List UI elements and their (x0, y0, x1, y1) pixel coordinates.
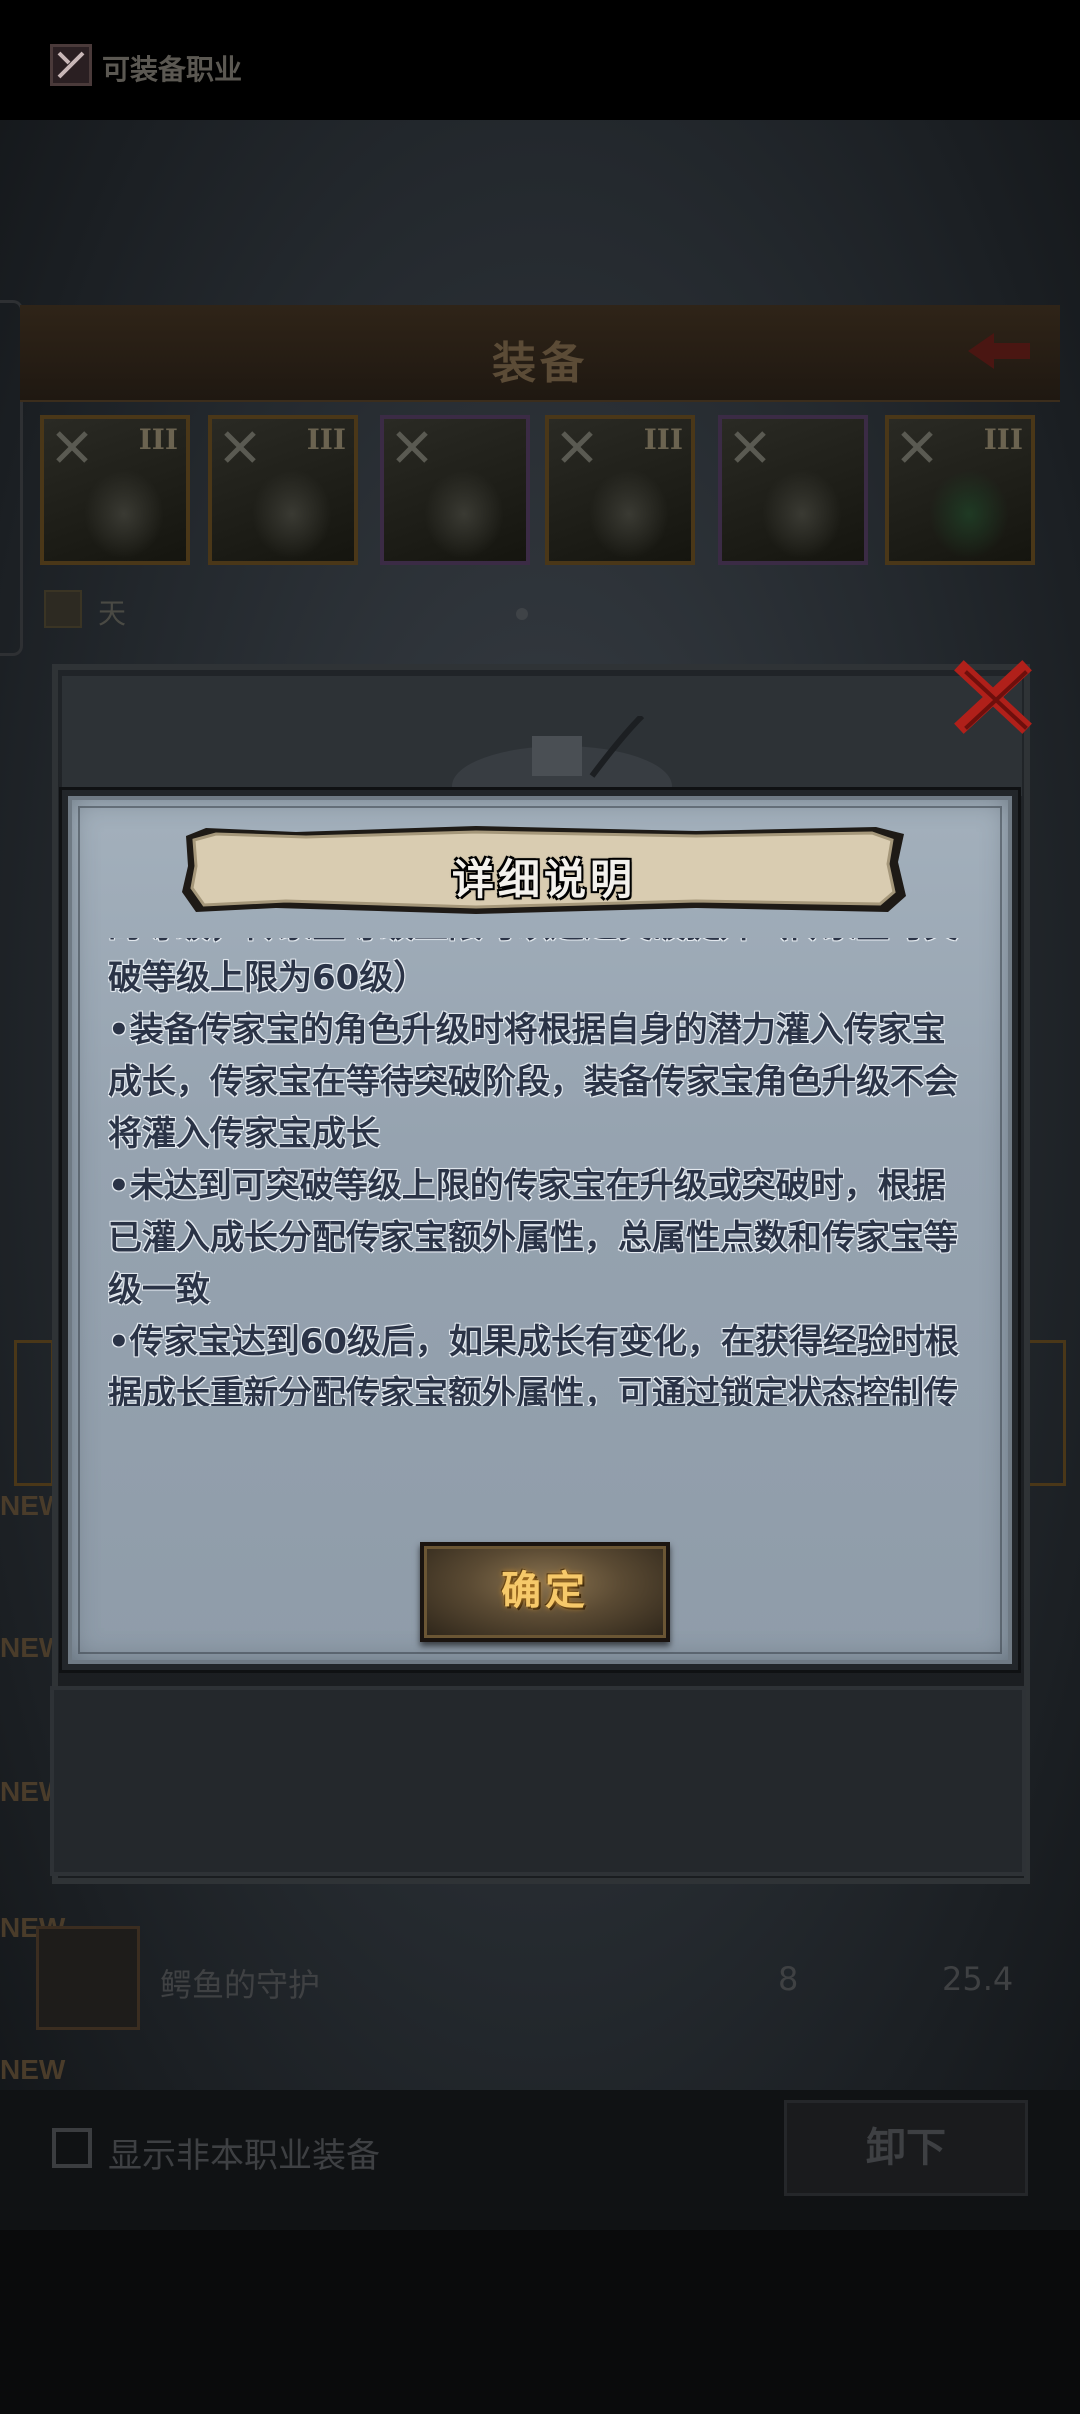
armor-figure (84, 469, 164, 559)
crossed-swords-icon (561, 431, 593, 463)
side-item-frame (1024, 1340, 1066, 1486)
dialog-paragraph: 的等级，传家宝等级上限可以通过突破提升（传家宝可突破等级上限为60级） (108, 938, 958, 998)
equipment-slot[interactable] (718, 415, 868, 565)
back-arrow-icon[interactable] (964, 327, 1034, 375)
item-silhouette (452, 716, 672, 796)
item-detail-header (62, 676, 1022, 796)
show-other-class-checkbox[interactable] (52, 2128, 92, 2168)
unequip-button[interactable]: 卸下 (784, 2100, 1028, 2196)
armor-figure (252, 469, 332, 559)
talent-text: 天 (98, 597, 127, 630)
crossed-swords-icon (734, 431, 766, 463)
dialog-paragraph: •装备传家宝的角色升级时将根据自身的潜力灌入传家宝成长，传家宝在等待突破阶段，装… (108, 1010, 958, 1154)
equipment-slot-row: III III III III (40, 415, 1040, 575)
equipment-slot[interactable]: III (40, 415, 190, 565)
item-level: 8 (778, 1960, 799, 1998)
equippable-class-label: 可装备职业 (102, 53, 243, 86)
crossed-swords-icon (396, 431, 428, 463)
item-detail-footer (50, 1686, 1026, 1876)
equipment-list-item[interactable]: 鳄鱼的守护 8 25.4 (36, 1926, 1046, 2036)
confirm-button[interactable]: 确定 (420, 1542, 670, 1642)
equipment-slot[interactable]: III (545, 415, 695, 565)
item-name: 鳄鱼的守护 (160, 1966, 321, 2004)
detail-explanation-dialog: 详细说明 的等级，传家宝等级上限可以通过突破提升（传家宝可突破等级上限为60级）… (62, 790, 1018, 1670)
dialog-title-banner: 详细说明 (176, 822, 912, 918)
close-icon[interactable] (950, 658, 1036, 736)
confirm-label: 确定 (501, 1568, 589, 1614)
slot-tier-label: III (138, 423, 178, 456)
page-indicator (516, 605, 566, 620)
equipment-title-bar: 装备 (20, 305, 1060, 402)
dialog-body-text: 的等级，传家宝等级上限可以通过突破提升（传家宝可突破等级上限为60级） •装备传… (108, 938, 978, 1406)
crossed-swords-icon (224, 431, 256, 463)
new-tag: NEW (0, 2054, 66, 2085)
dialog-text-scroll-area[interactable]: 的等级，传家宝等级上限可以通过突破提升（传家宝可突破等级上限为60级） •装备传… (108, 938, 978, 1406)
slot-tier-label: III (983, 423, 1023, 456)
equipment-slot[interactable]: III (885, 415, 1035, 565)
dialog-paragraph: •未达到可突破等级上限的传家宝在升级或突破时，根据已灌入成长分配传家宝额外属性，… (108, 1166, 958, 1310)
crossed-swords-icon (901, 431, 933, 463)
boots-figure (762, 469, 842, 559)
side-item-frame (14, 1340, 54, 1486)
item-icon (36, 1926, 140, 2030)
helmet-figure (424, 469, 504, 559)
dialog-paragraph: •传家宝达到60级后，如果成长有变化，在获得经验时根据成长重新分配传家宝额外属性… (108, 1322, 960, 1406)
equipment-title: 装备 (492, 338, 588, 389)
equipment-slot[interactable] (380, 415, 530, 565)
crossed-swords-icon (56, 431, 88, 463)
job-icon (50, 44, 92, 86)
show-other-class-label: 显示非本职业装备 (108, 2136, 380, 2176)
slot-tier-label: III (306, 423, 346, 456)
armor-figure (589, 469, 669, 559)
equipment-slot[interactable]: III (208, 415, 358, 565)
game-screen: 装备 III III III III 天 NEW NEW NEW NEW NEW… (0, 0, 1080, 2414)
dialog-title: 详细说明 (451, 855, 636, 904)
talent-icon (44, 590, 82, 628)
slot-tier-label: III (643, 423, 683, 456)
item-score: 25.4 (942, 1960, 1014, 1998)
unequip-label: 卸下 (866, 2125, 946, 2171)
clover-figure (929, 469, 1009, 559)
